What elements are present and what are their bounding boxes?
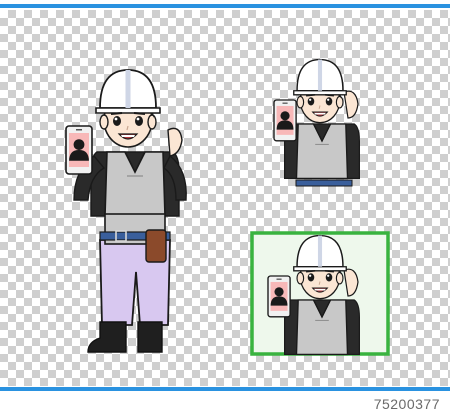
stock-id: 75200377 — [373, 396, 440, 412]
framed-bust-worker — [250, 231, 390, 356]
illustration: 75200377 — [0, 0, 450, 419]
phone-icon — [66, 126, 92, 174]
bottom-stripe — [0, 387, 450, 391]
bust-worker-top — [274, 60, 361, 187]
full-body-worker — [66, 70, 187, 353]
worker-illustrations — [0, 0, 390, 356]
phone-icon — [268, 276, 290, 317]
phone-icon — [274, 100, 296, 141]
